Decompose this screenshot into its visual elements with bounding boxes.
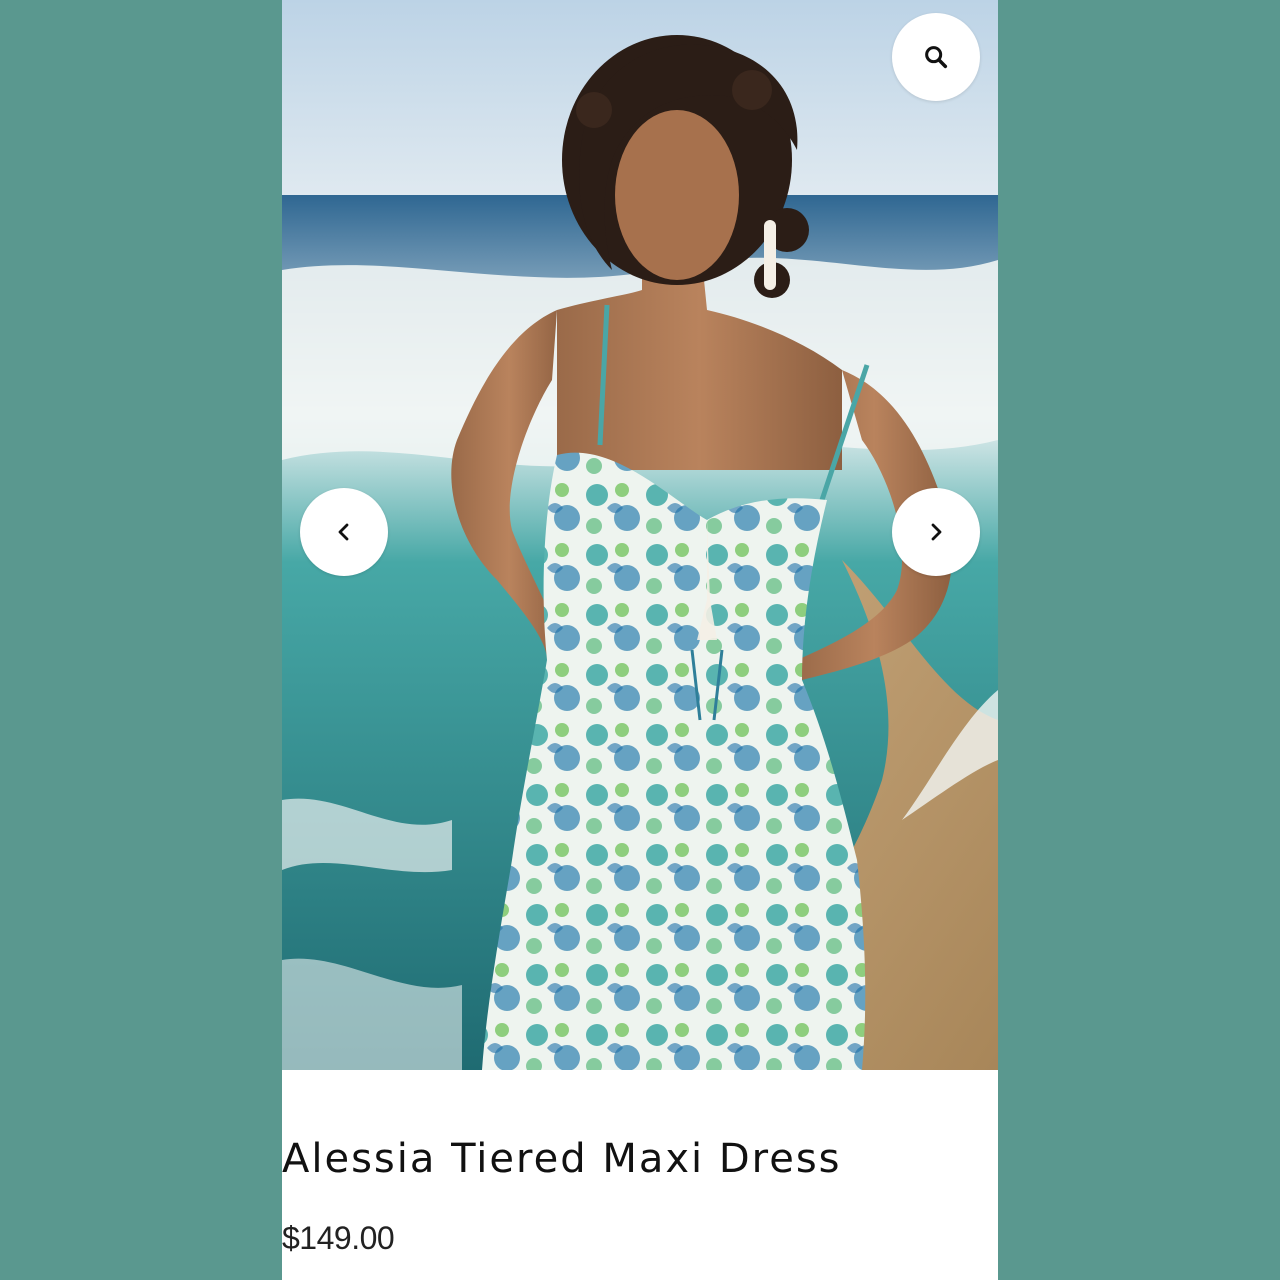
product-title: Alessia Tiered Maxi Dress	[282, 1136, 842, 1182]
product-image[interactable]	[282, 0, 998, 1070]
previous-image-button[interactable]	[300, 488, 388, 576]
product-photo	[282, 0, 998, 1070]
product-price: $149.00	[282, 1220, 395, 1256]
chevron-right-icon	[931, 523, 942, 541]
product-card: Alessia Tiered Maxi Dress $149.00	[282, 0, 998, 1280]
chevron-left-icon	[338, 523, 349, 541]
next-image-button[interactable]	[892, 488, 980, 576]
search-icon	[925, 46, 948, 69]
zoom-button[interactable]	[892, 13, 980, 101]
